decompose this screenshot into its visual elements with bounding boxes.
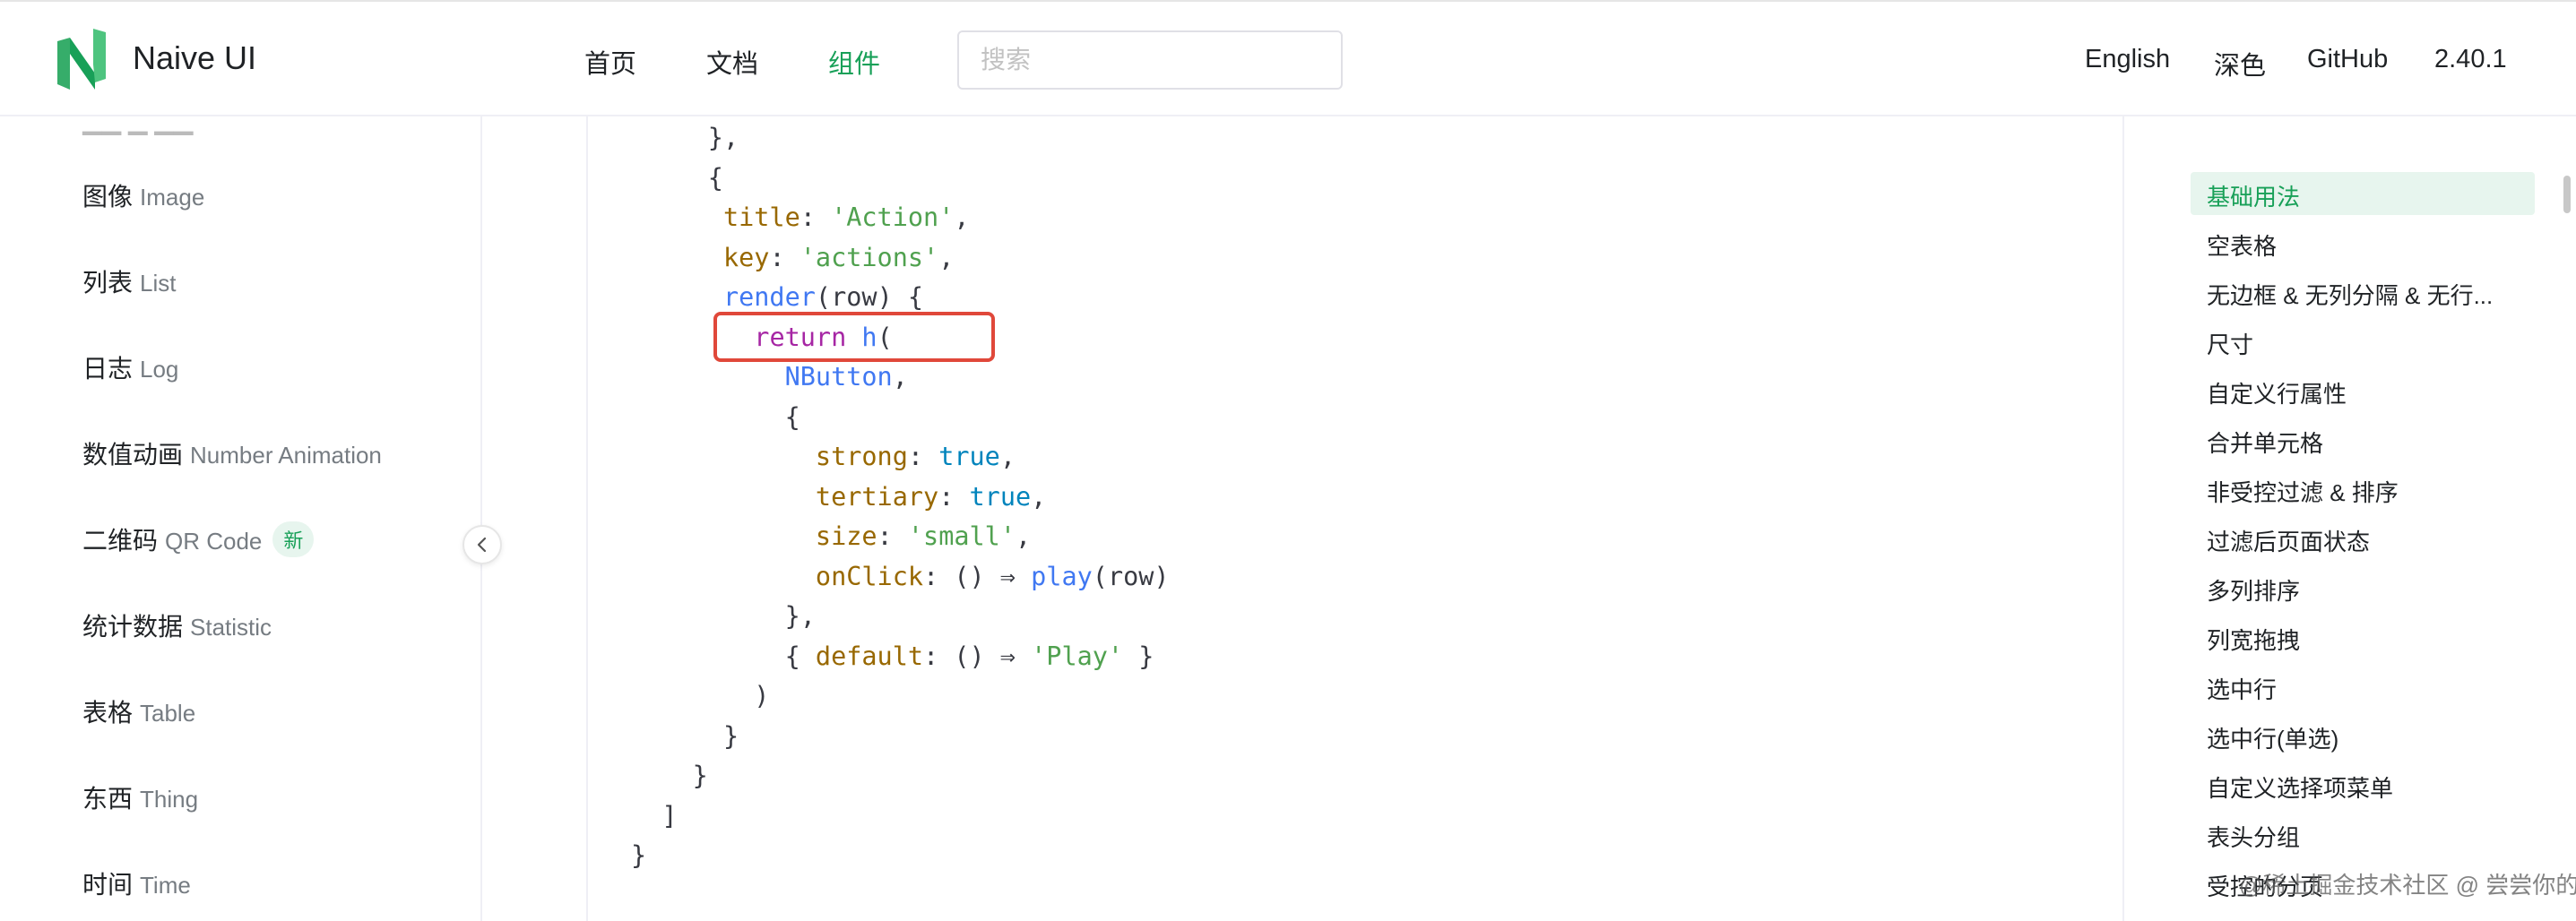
nav-docs[interactable]: 文档 <box>706 43 758 81</box>
anchor-item-basic[interactable]: 基础用法 <box>2207 179 2300 212</box>
annotation-highlight-box <box>713 312 995 362</box>
anchor-item-select-row[interactable]: 选中行 <box>2207 672 2277 705</box>
sidebar-item-label-en: Table <box>140 700 196 727</box>
anchor-item-resize-column[interactable]: 列宽拖拽 <box>2207 623 2300 656</box>
anchor-item-borderless[interactable]: 无边框 & 无列分隔 & 无行... <box>2207 278 2493 311</box>
code-line: }, <box>677 123 739 152</box>
code-line: title: 'Action', <box>722 202 970 232</box>
code-line: } <box>631 761 708 790</box>
anchor-item-empty[interactable]: 空表格 <box>2207 228 2277 262</box>
code-line: { <box>631 401 800 432</box>
anchor-scrollbar[interactable] <box>2563 176 2571 213</box>
sidebar-item-qr-code[interactable]: 二维码 QR Code 新 <box>82 521 315 557</box>
sidebar-item-time[interactable]: 时间 Time <box>82 865 191 901</box>
anchor-item-row-props[interactable]: 自定义行属性 <box>2207 376 2347 409</box>
code-line: key: 'actions', <box>722 242 955 272</box>
anchor-item-uncontrolled-filter[interactable]: 非受控过滤 & 排序 <box>2207 475 2399 508</box>
sidebar-item-label: 图像 <box>82 183 134 211</box>
sidebar-item-label-en: Thing <box>140 786 199 813</box>
sidebar-item-log[interactable]: 日志 Log <box>82 349 178 385</box>
github-link[interactable]: GitHub <box>2307 45 2388 74</box>
search-input[interactable] <box>957 30 1343 90</box>
sidebar-item-label-en: Time <box>140 872 191 899</box>
sidebar-item-label: 日志 <box>82 355 134 383</box>
code-line: NButton, <box>784 362 908 392</box>
sidebar-item-label-en: Number Animation <box>190 442 382 469</box>
sidebar-item-label-en: Image <box>140 184 205 211</box>
sidebar-item-label: 列表 <box>82 269 134 297</box>
anchor-item-header-group[interactable]: 表头分组 <box>2207 820 2300 853</box>
sidebar-item-number-animation[interactable]: 数值动画 Number Animation <box>82 435 382 471</box>
sidebar-item-image[interactable]: 图像 Image <box>82 177 204 213</box>
code-line: }, <box>631 601 816 631</box>
sidebar-item-label-en: QR Code <box>165 528 263 555</box>
code-line: onClick: () ⇒ play(row) <box>815 561 1170 591</box>
anchor-item-size[interactable]: 尺寸 <box>2207 327 2253 360</box>
code-line: } <box>631 720 739 751</box>
new-badge: 新 <box>272 521 315 557</box>
sidebar-item-thing[interactable]: 东西 Thing <box>82 779 198 815</box>
code-line: } <box>631 840 647 870</box>
anchor-item-multi-sort[interactable]: 多列排序 <box>2207 573 2300 607</box>
sidebar-item-label: 时间 <box>82 871 134 899</box>
sidebar-item-list[interactable]: 列表 List <box>82 263 176 299</box>
anchor-item-custom-selection[interactable]: 自定义选择项菜单 <box>2207 770 2393 804</box>
sidebar-item-label: 东西 <box>82 785 134 813</box>
sidebar-item-label-en: Log <box>140 356 179 383</box>
sidebar-item-table[interactable]: 表格 Table <box>82 693 195 729</box>
top-header: Naive UI 首页 文档 组件 English 深色 GitHub 2.40… <box>0 2 2576 116</box>
code-block: }, { title: 'Action', key: 'actions', re… <box>631 118 1170 876</box>
brand-name[interactable]: Naive UI <box>133 39 256 77</box>
watermark-text: @稀土掘金技术社区 @ 尝尝你的优乐美 <box>2239 872 2576 899</box>
code-line: size: 'small', <box>815 521 1032 551</box>
anchor-item-merge-cell[interactable]: 合并单元格 <box>2207 426 2323 459</box>
sidebar-partial-item: ▁▁ ▁ ▁▁ <box>82 116 194 134</box>
sidebar-item-label: 表格 <box>82 699 134 727</box>
anchor-nav: 基础用法 空表格 无边框 & 无列分隔 & 无行... 尺寸 自定义行属性 合并… <box>2126 116 2576 921</box>
sidebar-item-label: 二维码 <box>82 527 159 555</box>
anchor-item-filter-page-state[interactable]: 过滤后页面状态 <box>2207 524 2370 557</box>
component-sidebar: ▁▁ ▁ ▁▁ 图像 Image 列表 List 日志 Log 数值动画 Number … <box>0 116 482 921</box>
naive-ui-logo-icon[interactable] <box>57 29 106 90</box>
theme-switch[interactable]: 深色 <box>2214 45 2266 82</box>
version-label[interactable]: 2.40.1 <box>2434 45 2507 74</box>
nav-home[interactable]: 首页 <box>584 43 636 81</box>
code-line: tertiary: true, <box>815 481 1047 512</box>
sidebar-item-label-en: Statistic <box>190 614 272 641</box>
code-line: { <box>677 162 723 193</box>
code-line: ) <box>631 681 770 710</box>
anchor-item-select-single[interactable]: 选中行(单选) <box>2207 721 2338 754</box>
language-switch[interactable]: English <box>2085 45 2170 74</box>
chevron-left-icon <box>477 537 487 553</box>
code-example-panel: }, { title: 'Action', key: 'actions', re… <box>586 116 2124 921</box>
sidebar-item-label-en: List <box>140 270 177 297</box>
nav-components[interactable]: 组件 <box>828 43 880 81</box>
sidebar-collapse-button[interactable] <box>462 525 502 564</box>
sidebar-item-label: 数值动画 <box>82 441 184 469</box>
code-line: { default: () ⇒ 'Play' } <box>631 641 1154 671</box>
code-line: strong: true, <box>815 442 1016 471</box>
code-line: ] <box>631 800 678 831</box>
sidebar-item-statistic[interactable]: 统计数据 Statistic <box>82 607 272 643</box>
sidebar-item-label: 统计数据 <box>82 613 184 641</box>
